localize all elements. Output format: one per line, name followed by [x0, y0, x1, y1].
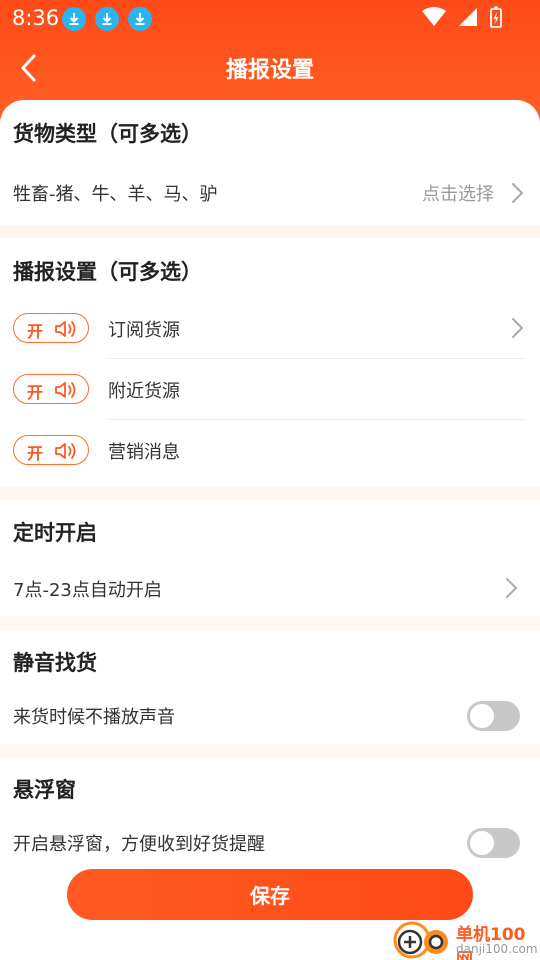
broadcast-item-label: 订阅货源: [108, 320, 180, 341]
title-bar: 播报设置: [0, 44, 540, 92]
watermark: 单机100网 danji100.com: [392, 918, 540, 960]
sound-toggle[interactable]: 开: [13, 374, 89, 404]
broadcast-item-nearby[interactable]: 开 附近货源: [0, 360, 540, 418]
download-icon: [128, 7, 152, 31]
cargo-type-section: 货物类型（可多选） 牲畜-猪、牛、羊、马、驴 点击选择: [0, 100, 540, 225]
silent-switch[interactable]: [467, 701, 520, 731]
wifi-icon: [422, 7, 446, 26]
silent-section: 静音找货 来货时候不播放声音: [0, 630, 540, 744]
floating-title: 悬浮窗: [13, 778, 76, 802]
silent-label: 来货时候不播放声音: [13, 707, 175, 728]
floating-switch[interactable]: [467, 828, 520, 858]
toggle-label: 开: [27, 383, 44, 402]
cargo-type-hint: 点击选择: [422, 184, 494, 205]
speaker-icon: [55, 443, 76, 459]
signal-icon: [459, 8, 477, 26]
cargo-type-title: 货物类型（可多选）: [13, 122, 202, 146]
save-button[interactable]: 保存: [67, 869, 473, 920]
status-time: 8:36: [12, 6, 60, 30]
silent-title: 静音找货: [13, 651, 97, 675]
broadcast-item-label: 营销消息: [108, 442, 180, 463]
timer-row[interactable]: 7点-23点自动开启: [0, 566, 540, 608]
sound-toggle[interactable]: 开: [13, 435, 89, 465]
timer-value: 7点-23点自动开启: [13, 580, 162, 601]
toggle-label: 开: [27, 444, 44, 463]
danji-logo-icon: [393, 921, 448, 959]
divider: [108, 358, 526, 359]
speaker-icon: [55, 382, 76, 398]
toggle-label: 开: [27, 322, 44, 341]
timer-section: 定时开启 7点-23点自动开启: [0, 500, 540, 616]
battery-icon: [490, 6, 502, 28]
switch-knob: [470, 704, 494, 728]
download-icon: [62, 7, 86, 31]
settings-content: 货物类型（可多选） 牲畜-猪、牛、羊、马、驴 点击选择 播报设置（可多选） 开 …: [0, 100, 540, 960]
status-bar: 8:36: [0, 0, 540, 36]
broadcast-item-subscribe[interactable]: 开 订阅货源: [0, 300, 540, 356]
cargo-type-value: 牲畜-猪、牛、羊、马、驴: [13, 184, 218, 205]
chevron-right-icon: [512, 318, 524, 338]
broadcast-title: 播报设置（可多选）: [13, 260, 202, 284]
floating-label: 开启悬浮窗，方便收到好货提醒: [13, 834, 265, 855]
broadcast-item-marketing[interactable]: 开 营销消息: [0, 421, 540, 479]
timer-title: 定时开启: [13, 521, 97, 545]
watermark-url: danji100.com: [456, 942, 538, 956]
divider: [108, 419, 526, 420]
download-icon: [95, 7, 119, 31]
switch-knob: [470, 831, 494, 855]
cargo-type-row[interactable]: 牲畜-猪、牛、羊、马、驴 点击选择: [0, 170, 540, 214]
page-title: 播报设置: [225, 58, 314, 83]
chevron-right-icon: [506, 578, 518, 598]
broadcast-item-label: 附近货源: [108, 381, 180, 402]
speaker-icon: [55, 321, 76, 337]
broadcast-section: 播报设置（可多选） 开 订阅货源 开 附近货源 开 营销消息: [0, 238, 540, 486]
system-icons: [422, 6, 502, 28]
sound-toggle[interactable]: 开: [13, 313, 89, 343]
chevron-right-icon: [512, 183, 524, 203]
